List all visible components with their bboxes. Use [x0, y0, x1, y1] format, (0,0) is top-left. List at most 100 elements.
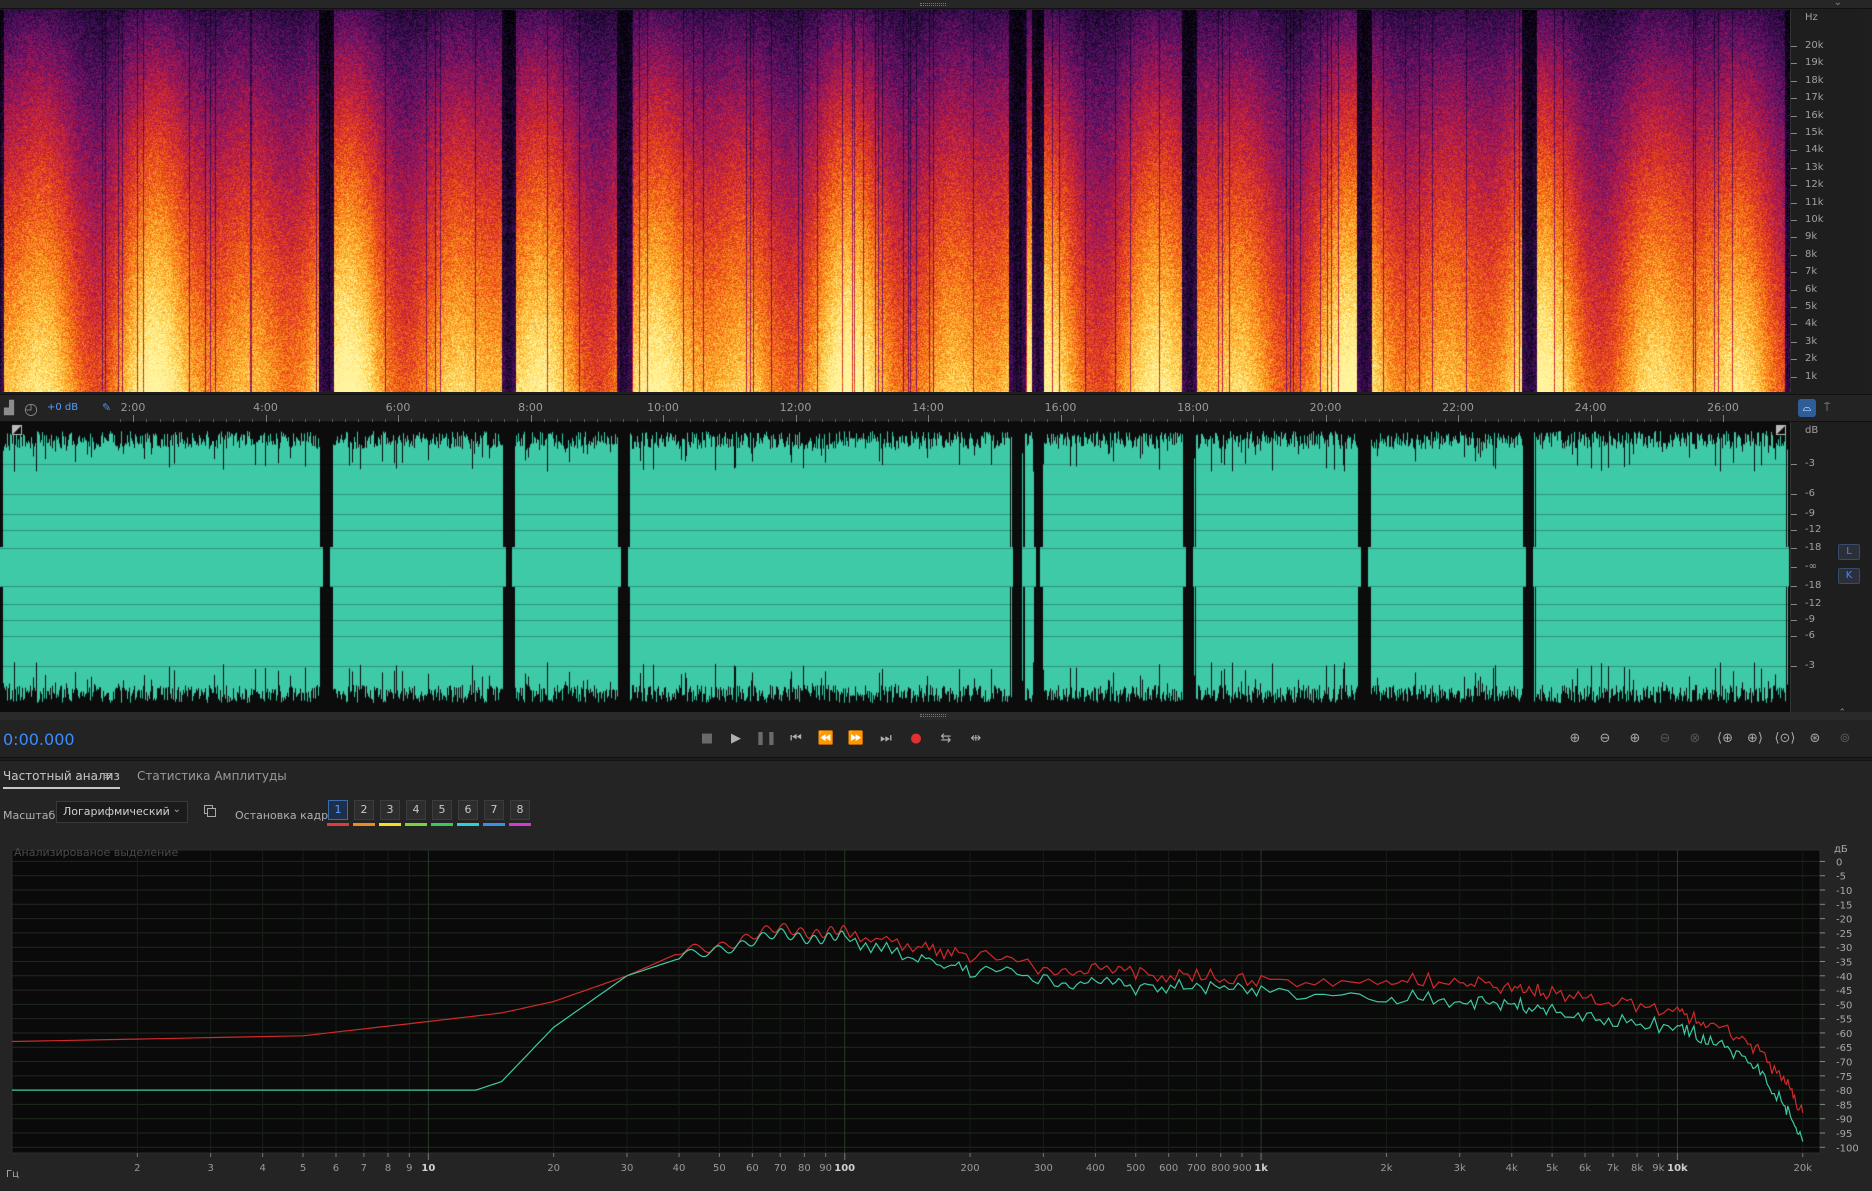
spectrogram[interactable] [0, 10, 1790, 392]
waveform-display[interactable] [0, 422, 1790, 712]
freeze-frame-button-4[interactable]: 4 [406, 800, 426, 820]
time-tick-label: 26:00 [1707, 401, 1739, 414]
copy-to-clipboard-icon[interactable] [204, 805, 216, 817]
x-tick-label: 90 [819, 1163, 832, 1174]
zoom-out-amplitude-icon[interactable]: ⊖ [1594, 729, 1616, 749]
freeze-frame-color-bar [509, 823, 531, 826]
skip-to-start-button[interactable]: ⏮ [785, 729, 807, 749]
rewind-button[interactable]: ⏪ [815, 729, 837, 749]
gain-knob-icon[interactable]: ◴ [24, 399, 38, 418]
zoom-in-left-icon[interactable]: ⟨⊕ [1714, 729, 1736, 749]
zoom-to-selection-icon[interactable]: ⟨⊙⟩ [1774, 729, 1796, 749]
amplitude-tick [1791, 620, 1797, 621]
time-ruler[interactable]: 2:00 4:00 6:00 8:00 10:00 12:00 14:00 16:00 18:0… [110, 395, 1790, 423]
time-tick-label: 6:00 [385, 401, 411, 414]
x-tick-label: 70 [774, 1163, 787, 1174]
stop-button[interactable]: ■ [696, 729, 718, 749]
x-tick-label: 6k [1579, 1163, 1591, 1174]
zoom-in-right-icon[interactable]: ⊕⟩ [1744, 729, 1766, 749]
x-tick-label: 30 [621, 1163, 634, 1174]
amplitude-tick-label: -6 [1805, 488, 1815, 499]
waveform-panel: dB -3 -6 -9 -12 -18 -∞ -18 -12 -9 -6 -3 L K [0, 422, 1872, 715]
skip-selection-button[interactable]: ⇹ [965, 729, 987, 749]
fast-forward-button[interactable]: ⏩ [845, 729, 867, 749]
amplitude-tick [1791, 636, 1797, 637]
tab-amplitude-statistics[interactable]: Статистика Амплитуды [137, 769, 287, 783]
level-meter-icon[interactable]: ▟ [4, 401, 14, 416]
x-tick-label: 100 [834, 1163, 855, 1174]
time-tick-label: 22:00 [1442, 401, 1474, 414]
frequency-tick [1791, 115, 1797, 117]
time-tick-label: 14:00 [912, 401, 944, 414]
freeze-frame-button-8[interactable]: 8 [510, 800, 530, 820]
time-tick-label: 16:00 [1044, 401, 1077, 414]
tab-frequency-analysis[interactable]: Частотный анализ [3, 769, 120, 789]
freeze-frame-button-5[interactable]: 5 [432, 800, 452, 820]
zoom-out-time-icon[interactable]: ⊖ [1654, 729, 1676, 749]
scale-dropdown[interactable]: Логарифмический ⌄ [56, 801, 188, 823]
amplitude-tick-label: -9 [1805, 508, 1815, 519]
x-tick-label: 20 [547, 1163, 560, 1174]
channel-left-toggle[interactable]: L [1838, 544, 1860, 560]
x-tick-label: 6 [333, 1163, 339, 1174]
scale-dropdown-value: Логарифмический [63, 805, 170, 818]
frequency-tick-label: 17k [1805, 92, 1824, 104]
x-tick-label: 7 [361, 1163, 367, 1174]
freeze-frame-color-bar [353, 823, 375, 826]
y-tick-label: -90 [1836, 1115, 1852, 1126]
zoom-frame-icon[interactable]: ⊚ [1834, 729, 1856, 749]
loop-playback-button[interactable]: ⇆ [935, 729, 957, 749]
x-tick-label: 7k [1607, 1163, 1619, 1174]
skip-to-end-button[interactable]: ⏭ [875, 729, 897, 749]
frequency-tick [1791, 167, 1797, 169]
expand-arrow-icon[interactable]: ⌃ [1838, 708, 1846, 718]
y-tick-label: -55 [1836, 1015, 1852, 1026]
play-button[interactable]: ▶ [725, 729, 747, 749]
freeze-frame-color-bar [457, 823, 479, 826]
freeze-frame-button-2[interactable]: 2 [354, 800, 374, 820]
freeze-frame-color-bar [327, 823, 349, 826]
frequency-tick-label: 16k [1805, 109, 1824, 121]
frequency-tick-label: 9k [1805, 231, 1818, 243]
waveform-scrollbar[interactable]: ⌃ [0, 708, 1872, 720]
freeze-frame-button-1[interactable]: 1 [328, 800, 348, 820]
x-tick-label: 1k [1254, 1163, 1268, 1174]
marker-pin-icon[interactable]: ⍑ [1818, 399, 1836, 417]
y-unit-label: дБ [1834, 844, 1848, 855]
freeze-frame-button-6[interactable]: 6 [458, 800, 478, 820]
record-button[interactable]: ● [905, 729, 927, 749]
x-tick-label: 8k [1631, 1163, 1643, 1174]
x-tick-label: 9k [1652, 1163, 1664, 1174]
freeze-frame-button-7[interactable]: 7 [484, 800, 504, 820]
x-tick-label: 700 [1187, 1163, 1206, 1174]
zoom-in-amplitude-icon[interactable]: ⊕ [1564, 729, 1586, 749]
x-tick-label: 10 [421, 1163, 435, 1174]
frequency-tick [1791, 376, 1797, 378]
freeze-frame-label: Остановка кадра: [235, 809, 339, 822]
y-tick-label: -80 [1836, 1086, 1852, 1097]
collapse-arrow-icon[interactable]: ⌄ [1834, 0, 1842, 8]
frequency-tick [1791, 272, 1797, 274]
zoom-reset-icon[interactable]: ⊛ [1804, 729, 1826, 749]
channel-right-toggle[interactable]: K [1838, 568, 1860, 584]
tab-menu-icon[interactable]: ≡ [104, 769, 113, 782]
time-tick-label: 20:00 [1309, 401, 1342, 414]
zoom-in-time-icon[interactable]: ⊕ [1624, 729, 1646, 749]
frequency-tick-label: 2k [1805, 353, 1818, 365]
amplitude-unit-label: dB [1805, 425, 1819, 436]
pause-button[interactable]: ❚❚ [755, 729, 777, 749]
freeze-frame-button-3[interactable]: 3 [380, 800, 400, 820]
current-time-display[interactable]: 0:00.000 [3, 730, 75, 749]
gain-value[interactable]: +0 dB [47, 402, 78, 413]
zoom-out-full-icon[interactable]: ⊗ [1684, 729, 1706, 749]
frequency-tick [1791, 307, 1797, 308]
x-tick-label: 900 [1232, 1163, 1251, 1174]
frequency-graph-svg[interactable]: 0 -5 -10 -15 -20 -25 -30 -35 -40 -45 -50 -55 -60 -65 -… [8, 842, 1868, 1187]
x-tick-label: 3 [207, 1163, 213, 1174]
panel-resize-grip[interactable]: ⌄ [0, 0, 1872, 9]
y-tick-label: -30 [1836, 943, 1852, 954]
x-tick-label: 20k [1794, 1163, 1813, 1174]
panel-tabs: Частотный анализ ≡ Статистика Амплитуды [0, 761, 1872, 791]
headphones-icon[interactable]: ⌓ [1798, 399, 1816, 417]
spectral-display-panel: ⌄ Hz 20k 19k 18k 17k 16k 15k 14k 13k 12k 11k 10k 9k… [0, 0, 1872, 394]
